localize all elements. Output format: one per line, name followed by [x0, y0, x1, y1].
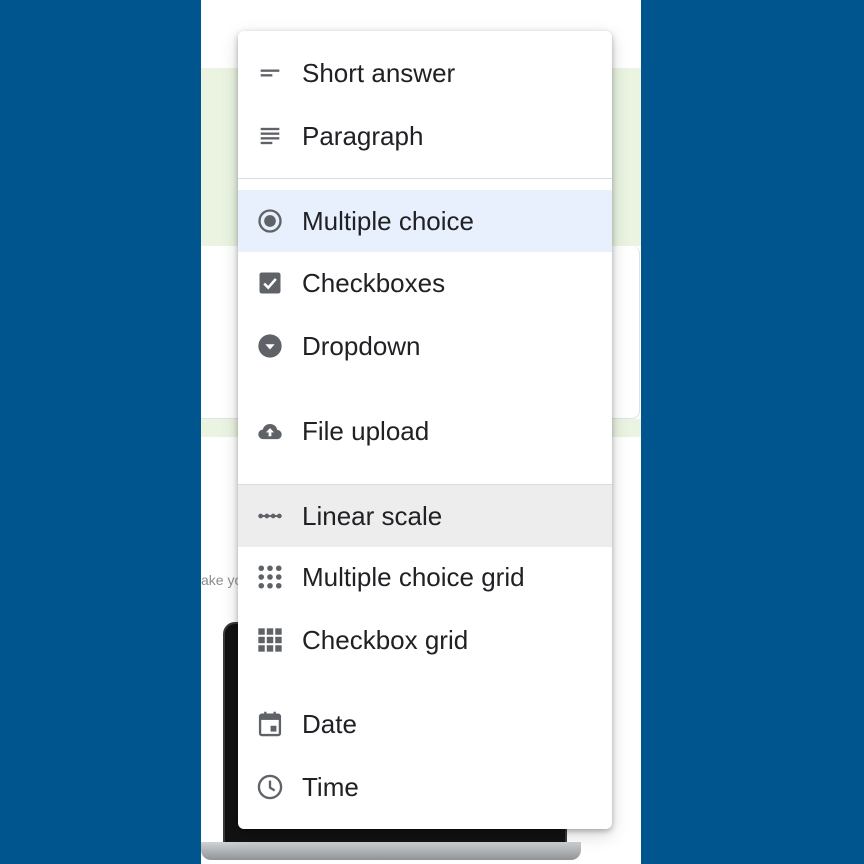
dot-grid-icon [256, 563, 284, 591]
menu-item-dropdown[interactable]: Dropdown [238, 315, 612, 377]
clock-icon [256, 773, 284, 801]
menu-item-label: Checkboxes [302, 267, 446, 298]
menu-item-checkbox-grid[interactable]: Checkbox grid [238, 609, 612, 671]
cloud-upload-icon [256, 417, 284, 445]
dropdown-icon [256, 332, 284, 360]
menu-item-label: File upload [302, 415, 430, 446]
menu-item-file-upload[interactable]: File upload [238, 400, 612, 462]
screen: ake yo Short answer Paragraph Multiple c… [0, 0, 864, 864]
menu-item-checkboxes[interactable]: Checkboxes [238, 252, 612, 314]
short-answer-icon [256, 59, 284, 87]
menu-item-multiple-choice[interactable]: Multiple choice [238, 190, 612, 252]
menu-item-label: Date [302, 708, 357, 739]
menu-item-label: Time [302, 771, 359, 802]
laptop-base-image [201, 842, 581, 860]
menu-item-label: Multiple choice [302, 205, 474, 236]
menu-item-linear-scale[interactable]: Linear scale [238, 485, 612, 547]
form-text-snippet: ake yo [201, 572, 243, 588]
radio-button-icon [256, 207, 284, 235]
question-type-menu: Short answer Paragraph Multiple choice C… [238, 31, 612, 829]
menu-item-label: Paragraph [302, 120, 424, 151]
linear-scale-icon [256, 502, 284, 530]
menu-item-label: Dropdown [302, 330, 421, 361]
paragraph-icon [256, 122, 284, 150]
menu-item-short-answer[interactable]: Short answer [238, 42, 612, 104]
menu-item-label: Multiple choice grid [302, 561, 525, 592]
menu-item-date[interactable]: Date [238, 693, 612, 755]
menu-item-label: Short answer [302, 57, 456, 88]
checkbox-icon [256, 269, 284, 297]
square-grid-icon [256, 626, 284, 654]
menu-item-paragraph[interactable]: Paragraph [238, 105, 612, 167]
menu-item-multiple-choice-grid[interactable]: Multiple choice grid [238, 546, 612, 608]
menu-item-time[interactable]: Time [238, 756, 612, 818]
menu-divider [238, 178, 612, 179]
menu-item-label: Linear scale [302, 500, 443, 531]
menu-item-label: Checkbox grid [302, 624, 469, 655]
calendar-icon [256, 710, 284, 738]
